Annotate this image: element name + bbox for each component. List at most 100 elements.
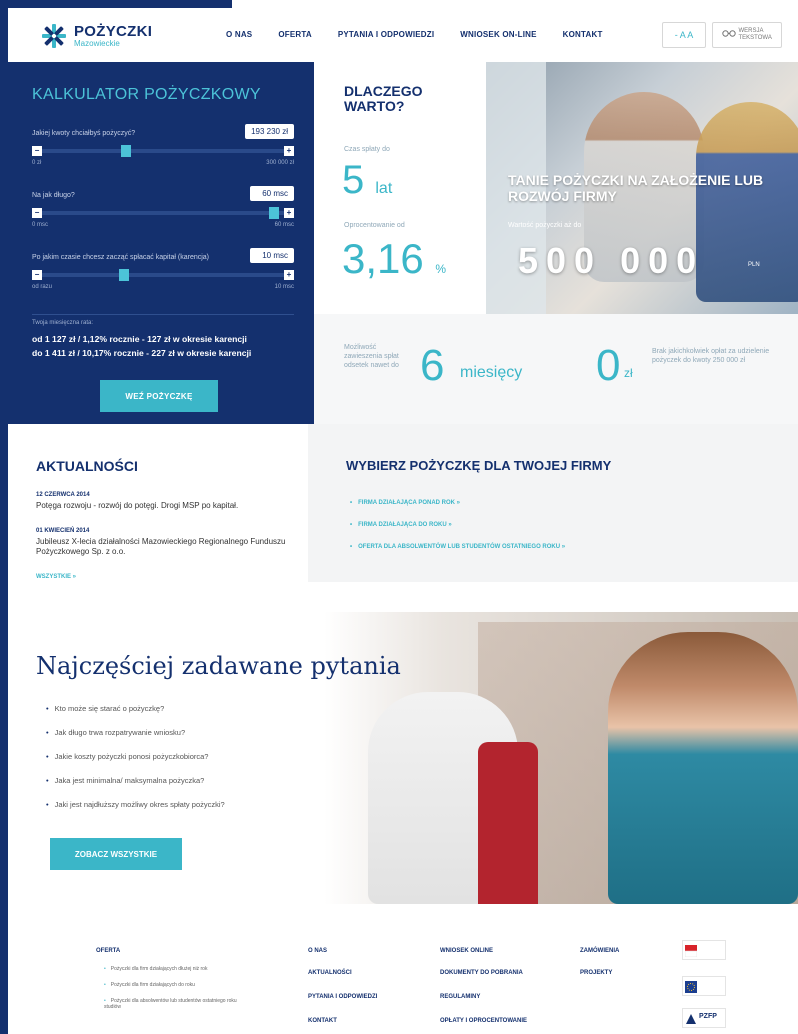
choose-item-under-year[interactable]: FIRMA DZIAŁAJĄCA DO ROKU » — [350, 522, 452, 528]
slider-track — [42, 211, 284, 215]
suspension-unit: miesięcy — [460, 364, 523, 381]
footer-link[interactable]: REGULAMINY — [440, 994, 480, 1000]
faq-photo-tailor — [608, 632, 798, 904]
flag-icon — [684, 944, 698, 958]
slider-thumb[interactable] — [120, 145, 131, 157]
pzfp-icon — [685, 1012, 697, 1024]
news-title: AKTUALNOŚCI — [36, 458, 138, 474]
faq-question[interactable]: Jaka jest minimalna/ maksymalna pożyczka… — [46, 776, 205, 785]
faq-question[interactable]: Jaki jest najdłuższy możliwy okres spłat… — [46, 800, 225, 809]
faq-section: Najczęściej zadawane pytania Kto może si… — [8, 612, 798, 904]
grace-value[interactable]: 10 msc — [250, 248, 294, 263]
news-all-link[interactable]: WSZYSTKIE » — [36, 574, 76, 580]
faq-question[interactable]: Jakie koszty pożyczki ponosi pożyczkobio… — [46, 752, 209, 761]
footer-oferta-title: OFERTA — [96, 948, 121, 954]
news-date: 12 CZERWCA 2014 — [36, 492, 90, 498]
minus-button[interactable]: − — [32, 270, 42, 280]
hero-banner[interactable]: TANIE POŻYCZKI NA ZAŁOŻENIE LUB ROZWÓJ F… — [486, 62, 798, 314]
slider-thumb[interactable] — [118, 269, 129, 281]
frame-top-border — [0, 0, 232, 8]
interest-number: 3,16 — [342, 235, 424, 282]
site-footer: OFERTA Pożyczki dla firm działających dł… — [8, 904, 798, 1034]
duration-value[interactable]: 60 msc — [250, 186, 294, 201]
zero-fee-unit: zł — [624, 366, 633, 380]
minus-button[interactable]: − — [32, 146, 42, 156]
news-link[interactable]: Potęga rozwoju - rozwój do potęgi. Drogi… — [36, 501, 300, 511]
slider-thumb[interactable] — [269, 207, 280, 219]
footer-link[interactable]: O NAS — [308, 948, 327, 954]
news-link[interactable]: Jubileusz X-lecia działalności Mazowieck… — [36, 537, 300, 558]
font-size-button[interactable]: - A A — [662, 22, 706, 48]
repay-number: 5 — [342, 158, 365, 202]
footer-link[interactable]: PYTANIA I ODPOWIEDZI — [308, 994, 377, 1000]
nav-pytania[interactable]: PYTANIA I ODPOWIEDZI — [338, 30, 434, 39]
slider-track — [42, 149, 284, 153]
slider-max-label: 300 000 zł — [266, 160, 294, 166]
loan-calculator: KALKULATOR POŻYCZKOWY Jakiej kwoty chcia… — [8, 62, 314, 424]
grace-row: Po jakim czasie chcesz zacząć spłacać ka… — [32, 248, 294, 290]
rate-label: Twoja miesięczna rata: — [32, 320, 94, 326]
plus-button[interactable]: + — [284, 270, 294, 280]
suspension-number: 6 — [420, 341, 445, 390]
footer-link[interactable]: ZAMÓWIENIA — [580, 948, 619, 954]
logo-title: POŻYCZKI — [74, 23, 153, 40]
footer-offer-link[interactable]: Pożyczki dla firm działających dłużej ni… — [104, 966, 264, 972]
grace-slider[interactable]: − + — [32, 269, 294, 281]
rate-line-1: od 1 127 zł / 1,12% rocznie - 127 zł w o… — [32, 334, 247, 344]
amount-slider[interactable]: − + — [32, 145, 294, 157]
footer-link[interactable]: KONTAKT — [308, 1018, 337, 1024]
faq-photo-fabric — [478, 742, 538, 904]
footer-offer-link[interactable]: Pożyczki dla firm działających do roku — [104, 982, 264, 988]
duration-row: Na jak długo? 60 msc − + 0 msc 60 msc — [32, 186, 294, 228]
font-size-label: - A A — [674, 30, 694, 40]
partner-logo-3[interactable]: PZFP — [682, 1008, 726, 1028]
footer-link[interactable]: WNIOSEK ONLINE — [440, 948, 493, 954]
amount-row: Jakiej kwoty chciałbyś pożyczyć? 193 230… — [32, 124, 294, 166]
see-all-button[interactable]: ZOBACZ WSZYSTKIE — [50, 838, 182, 870]
interest-unit: % — [435, 262, 447, 276]
footer-link[interactable]: DOKUMENTY DO POBRANIA — [440, 970, 523, 976]
partner-logo-1[interactable] — [682, 940, 726, 960]
zero-fee-label: Brak jakichkolwiek opłat za udzielenie p… — [652, 348, 770, 364]
amount-value[interactable]: 193 230 zł — [245, 124, 294, 139]
partner-logo-2[interactable] — [682, 976, 726, 996]
text-version-button[interactable]: WERSJA TEKSTOWA — [712, 22, 782, 48]
nav-wniosek[interactable]: WNIOSEK ON-LINE — [460, 30, 536, 39]
faq-question[interactable]: Jak długo trwa rozpatrywanie wniosku? — [46, 728, 185, 737]
interest-value: 3,16 % — [342, 238, 446, 280]
logo-subtitle: Mazowieckie — [74, 39, 120, 48]
glasses-icon — [721, 30, 736, 40]
take-loan-button[interactable]: WEŹ POŻYCZKĘ — [100, 380, 218, 412]
hero-currency: PLN — [748, 262, 760, 268]
repay-value: 5 lat — [342, 160, 392, 200]
news-section: AKTUALNOŚCI 12 CZERWCA 2014 Potęga rozwo… — [8, 424, 308, 612]
footer-link[interactable]: OPŁATY I OPROCENTOWANIE — [440, 1018, 527, 1024]
footer-link[interactable]: PROJEKTY — [580, 970, 612, 976]
choose-loan-section: WYBIERZ POŻYCZKĘ DLA TWOJEJ FIRMY FIRMA … — [308, 424, 798, 582]
choose-item-over-year[interactable]: FIRMA DZIAŁAJĄCA PONAD ROK » — [350, 500, 460, 506]
faq-question[interactable]: Kto może się starać o pożyczkę? — [46, 704, 165, 713]
nav-oferta[interactable]: OFERTA — [278, 30, 312, 39]
logo[interactable]: POŻYCZKI Mazowieckie — [40, 22, 152, 50]
footer-offer-link[interactable]: Pożyczki dla absolwentów lub studentów o… — [104, 998, 254, 1011]
hero-title: TANIE POŻYCZKI NA ZAŁOŻENIE LUB ROZWÓJ F… — [508, 172, 764, 205]
suspension-label: Możliwość zawieszenia spłat odsetek nawe… — [344, 344, 399, 369]
minus-button[interactable]: − — [32, 208, 42, 218]
choose-item-graduates[interactable]: OFERTA DLA ABSOLWENTÓW LUB STUDENTÓW OST… — [350, 544, 565, 550]
slider-track — [42, 273, 284, 277]
plus-button[interactable]: + — [284, 146, 294, 156]
slider-min-label: od razu — [32, 284, 53, 290]
rate-line-2: do 1 411 zł / 10,17% rocznie - 227 zł w … — [32, 348, 252, 358]
footer-link[interactable]: AKTUALNOŚCI — [308, 970, 352, 976]
nav-o-nas[interactable]: O NAS — [226, 30, 252, 39]
why-worth-panel: DLACZEGO WARTO? Czas spłaty do 5 lat Opr… — [314, 62, 486, 314]
duration-slider[interactable]: − + — [32, 207, 294, 219]
calculator-title: KALKULATOR POŻYCZKOWY — [32, 86, 261, 103]
frame-left-border — [0, 0, 8, 1034]
plus-button[interactable]: + — [284, 208, 294, 218]
nav-kontakt[interactable]: KONTAKT — [563, 30, 603, 39]
faq-title: Najczęściej zadawane pytania — [36, 652, 401, 680]
slider-max-label: 10 msc — [274, 284, 294, 290]
repay-unit: lat — [375, 180, 393, 197]
main-nav: O NAS OFERTA PYTANIA I ODPOWIEDZI WNIOSE… — [226, 30, 629, 39]
